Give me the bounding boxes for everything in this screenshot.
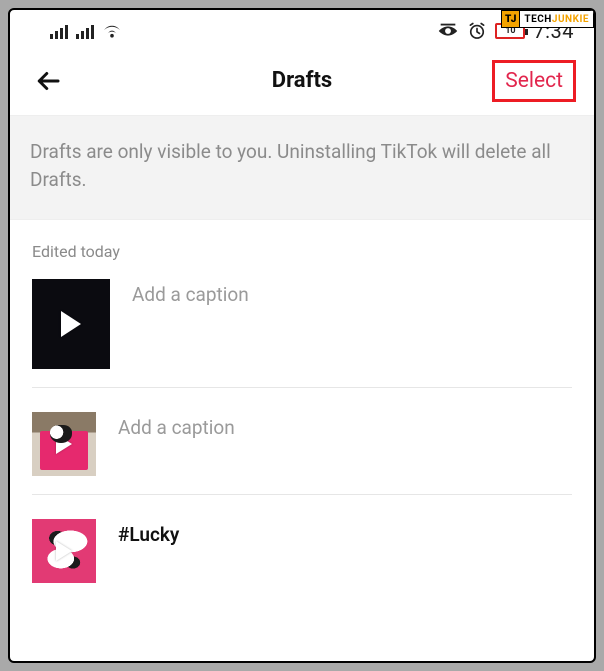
watermark-logo: TJ [502, 11, 520, 27]
watermark-badge: TJ TECHJUNKIE [501, 10, 594, 28]
play-icon [61, 311, 81, 337]
draft-row[interactable]: #Lucky [32, 513, 572, 601]
draft-caption[interactable]: #Lucky [118, 519, 179, 546]
draft-row[interactable]: Add a caption [32, 406, 572, 495]
app-header: Drafts Select [10, 46, 594, 116]
signal-bars-icon [76, 23, 94, 39]
drafts-notice: Drafts are only visible to you. Uninstal… [10, 116, 594, 220]
play-icon [56, 434, 72, 454]
arrow-left-icon [33, 66, 63, 96]
play-icon [56, 541, 72, 561]
section-heading: Edited today [10, 220, 594, 273]
device-frame: TJ TECHJUNKIE 10 7:34 [8, 8, 596, 663]
select-button[interactable]: Select [492, 60, 576, 102]
status-left [50, 23, 122, 39]
draft-caption[interactable]: Add a caption [118, 412, 235, 439]
watermark-text: TECHJUNKIE [520, 14, 593, 25]
draft-row[interactable]: Add a caption [32, 273, 572, 388]
draft-thumbnail[interactable] [32, 519, 96, 583]
wifi-icon [102, 23, 122, 39]
back-button[interactable] [28, 61, 68, 101]
draft-thumbnail[interactable] [32, 412, 96, 476]
signal-bars-icon [50, 23, 68, 39]
alarm-icon [467, 21, 487, 41]
draft-thumbnail[interactable] [32, 279, 110, 369]
visibility-icon [437, 23, 459, 39]
drafts-list: Add a caption Add a caption #Lucky [10, 273, 594, 601]
draft-caption[interactable]: Add a caption [132, 279, 249, 306]
